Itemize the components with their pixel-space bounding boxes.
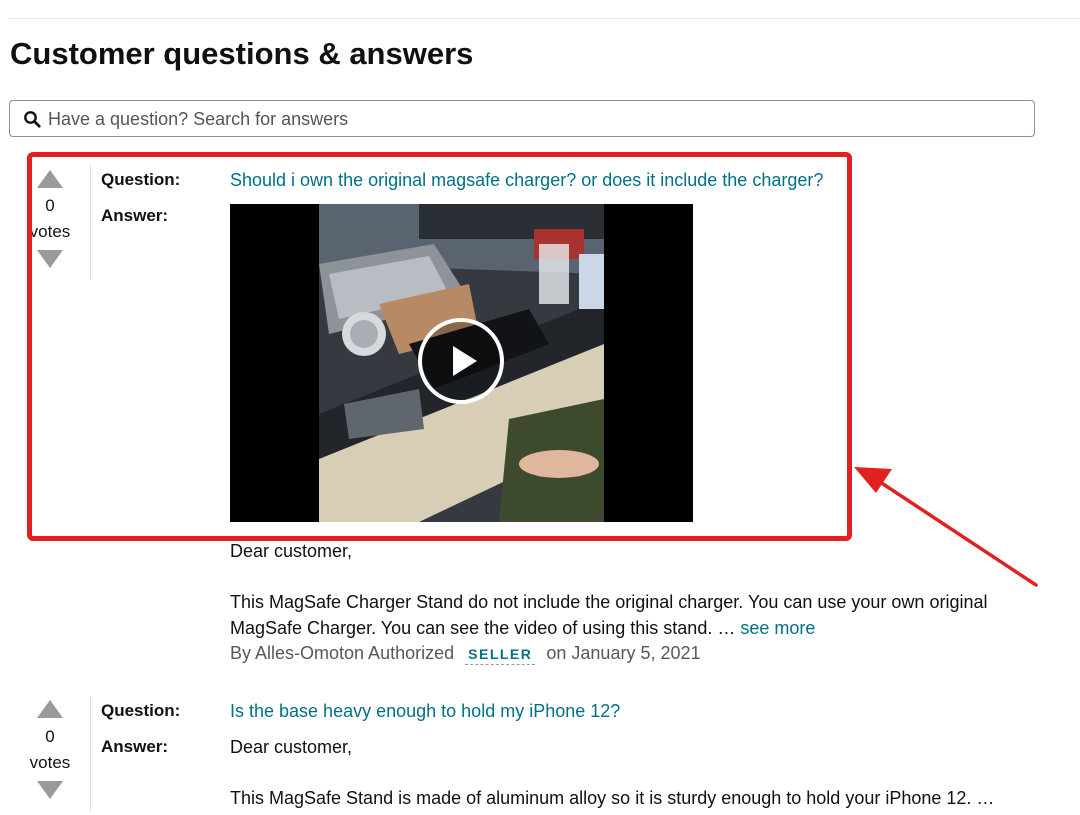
vote-column: 0 votes: [10, 165, 91, 280]
question-link[interactable]: Should i own the original magsafe charge…: [230, 170, 823, 191]
arrow-annotation: [854, 467, 1038, 587]
answer-greeting: Dear customer,: [230, 737, 353, 757]
answer-greeting: Dear customer,: [230, 541, 353, 561]
search-input[interactable]: [46, 103, 1010, 135]
answer-label: Answer:: [101, 206, 169, 225]
seller-badge[interactable]: SELLER: [465, 644, 536, 665]
vote-up-icon[interactable]: [37, 700, 63, 718]
answer-byline: By Alles-Omoton Authorized SELLER on Jan…: [230, 643, 701, 665]
play-icon[interactable]: [417, 317, 505, 405]
search-icon: [24, 111, 41, 128]
vote-column: 0 votes: [10, 696, 91, 811]
vote-count: 0: [45, 196, 55, 215]
see-more-link[interactable]: see more: [740, 618, 815, 638]
vote-label: votes: [29, 753, 71, 772]
question-label: Question:: [101, 170, 181, 189]
answer-text-line: This MagSafe Stand is made of aluminum a…: [230, 788, 995, 808]
vote-up-icon[interactable]: [37, 170, 63, 188]
answer-text-line-2: MagSafe Charger. You can see the video o…: [230, 615, 815, 641]
answer-author: By Alles-Omoton Authorized: [230, 643, 455, 663]
vote-count: 0: [45, 727, 55, 746]
vote-down-icon[interactable]: [37, 250, 63, 268]
answer-video-player[interactable]: [230, 204, 693, 522]
page-title: Customer questions & answers: [10, 36, 474, 71]
answer-text-line-2-body: MagSafe Charger. You can see the video o…: [230, 618, 736, 638]
vote-down-icon[interactable]: [37, 781, 63, 799]
answer-date: on January 5, 2021: [546, 643, 701, 663]
top-divider: [8, 18, 1080, 19]
answer-text-line: This MagSafe Charger Stand do not includ…: [230, 592, 988, 612]
vote-label: votes: [29, 222, 71, 241]
question-link[interactable]: Is the base heavy enough to hold my iPho…: [230, 701, 620, 722]
search-box[interactable]: [9, 100, 1035, 137]
question-label: Question:: [101, 701, 181, 720]
answer-label: Answer:: [101, 737, 169, 756]
